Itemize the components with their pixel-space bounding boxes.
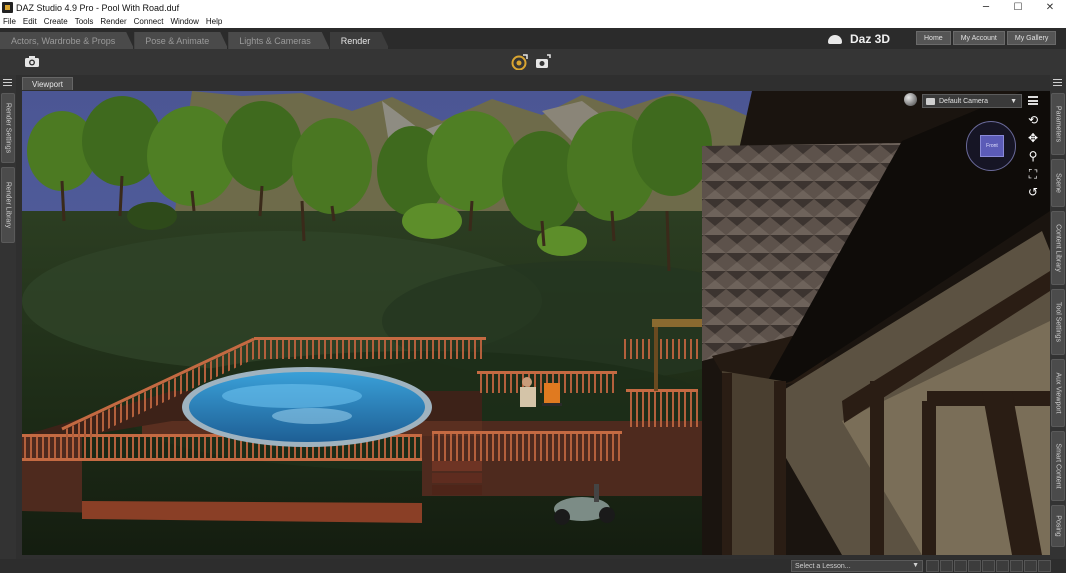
viewport-pane: Viewport Default Camera ▼ Front ⟲ ✥ ⚲ ⛶ … (16, 75, 1050, 559)
tab-tool-settings[interactable]: Tool Settings (1051, 289, 1065, 355)
menu-help[interactable]: Help (206, 17, 222, 26)
3d-scene[interactable] (22, 91, 1050, 555)
minimize-button[interactable]: ─ (970, 0, 1002, 15)
tab-posing[interactable]: Posing (1051, 505, 1065, 547)
daz-logo-icon (828, 33, 846, 45)
draw-style-icon[interactable] (904, 93, 917, 106)
menu-connect[interactable]: Connect (134, 17, 164, 26)
menu-bar: File Edit Create Tools Render Connect Wi… (0, 15, 1066, 28)
tab-aux-viewport[interactable]: Aux Viewport (1051, 359, 1065, 427)
menu-file[interactable]: File (3, 17, 16, 26)
pan-icon[interactable]: ✥ (1026, 131, 1040, 145)
tab-render-settings[interactable]: Render Settings (1, 93, 15, 163)
lesson-select-label: Select a Lesson... (795, 562, 851, 570)
camera-select-icon (926, 98, 935, 105)
render-camera-icon[interactable] (535, 54, 553, 69)
chevron-down-icon: ▼ (912, 562, 919, 569)
zoom-icon[interactable]: ⚲ (1026, 149, 1040, 163)
maximize-button[interactable]: ☐ (1002, 0, 1034, 15)
lesson-help-button[interactable] (1038, 560, 1051, 572)
menu-edit[interactable]: Edit (23, 17, 37, 26)
lesson-next-button[interactable] (968, 560, 981, 572)
frame-icon[interactable]: ⛶ (1026, 167, 1040, 181)
tab-scene-label: Scene (1054, 173, 1062, 193)
tab-lights-cameras[interactable]: Lights & Cameras (228, 32, 330, 49)
menu-create[interactable]: Create (44, 17, 68, 26)
account-nav: Home My Account My Gallery (916, 31, 1058, 45)
view-cube-face[interactable]: Front (980, 135, 1004, 157)
daz-logo[interactable]: Daz 3D (828, 31, 890, 47)
tab-viewport[interactable]: Viewport (22, 77, 73, 90)
home-button[interactable]: Home (916, 31, 951, 45)
tab-actors-wardrobe-props[interactable]: Actors, Wardrobe & Props (0, 32, 134, 49)
tab-render-library[interactable]: Render Library (1, 167, 15, 243)
right-pane-strip: Parameters Scene Content Library Tool Se… (1050, 75, 1066, 559)
render-toolbar (0, 49, 1066, 75)
tab-smart-content[interactable]: Smart Content (1051, 431, 1065, 501)
lesson-nav (926, 560, 1052, 572)
tab-tool-settings-label: Tool Settings (1054, 301, 1062, 343)
lesson-settings-button[interactable] (1024, 560, 1037, 572)
camera-select[interactable]: Default Camera ▼ (922, 94, 1022, 108)
camera-icon[interactable] (24, 55, 40, 68)
orbit-icon[interactable]: ⟲ (1026, 113, 1040, 127)
reset-icon[interactable]: ↺ (1026, 185, 1040, 199)
tab-pose-animate[interactable]: Pose & Animate (134, 32, 228, 49)
daz-studio-window: DAZ Studio 4.9 Pro - Pool With Road.duf … (0, 0, 1066, 573)
title-bar: DAZ Studio 4.9 Pro - Pool With Road.duf … (0, 0, 1066, 15)
window-controls: ─ ☐ ✕ (970, 0, 1066, 15)
tab-parameters[interactable]: Parameters (1051, 93, 1065, 155)
my-account-button[interactable]: My Account (952, 31, 1005, 45)
window-title: DAZ Studio 4.9 Pro - Pool With Road.duf (16, 2, 180, 13)
status-bar: Select a Lesson... ▼ (0, 559, 1066, 573)
tab-render[interactable]: Render (330, 32, 390, 49)
lesson-first-button[interactable] (926, 560, 939, 572)
lesson-select[interactable]: Select a Lesson... ▼ (791, 560, 923, 572)
viewport[interactable]: Default Camera ▼ Front ⟲ ✥ ⚲ ⛶ ↺ (22, 91, 1050, 555)
tab-scene[interactable]: Scene (1051, 159, 1065, 207)
tab-content-library-label: Content Library (1054, 224, 1062, 272)
menu-render[interactable]: Render (100, 17, 126, 26)
menu-window[interactable]: Window (170, 17, 198, 26)
lesson-last-button[interactable] (982, 560, 995, 572)
lesson-menu-button[interactable] (996, 560, 1009, 572)
left-pane-menu-icon[interactable] (3, 79, 12, 86)
lesson-step-button[interactable] (954, 560, 967, 572)
room-tabs: Actors, Wardrobe & Props Pose & Animate … (0, 32, 389, 49)
tab-render-library-label: Render Library (4, 181, 12, 229)
my-gallery-button[interactable]: My Gallery (1006, 31, 1057, 45)
left-pane-strip: Render Settings Render Library (0, 75, 16, 559)
menu-tools[interactable]: Tools (75, 17, 94, 26)
render-icon[interactable] (511, 54, 528, 70)
tab-parameters-label: Parameters (1054, 105, 1062, 143)
lesson-close-button[interactable] (1010, 560, 1023, 572)
tab-aux-viewport-label: Aux Viewport (1054, 372, 1062, 414)
chevron-down-icon: ▼ (1010, 98, 1017, 105)
view-cube[interactable]: Front (966, 121, 1016, 171)
viewport-nav-tools: ⟲ ✥ ⚲ ⛶ ↺ (1026, 113, 1042, 203)
tab-smart-content-label: Smart Content (1054, 443, 1062, 489)
room-tab-bar: Actors, Wardrobe & Props Pose & Animate … (0, 28, 1066, 49)
lesson-prev-button[interactable] (940, 560, 953, 572)
camera-select-label: Default Camera (939, 97, 989, 105)
daz-logo-text: Daz 3D (850, 32, 891, 46)
tab-render-settings-label: Render Settings (4, 102, 12, 154)
app-icon (2, 2, 13, 13)
right-pane-menu-icon[interactable] (1053, 79, 1062, 86)
tab-content-library[interactable]: Content Library (1051, 211, 1065, 285)
tab-posing-label: Posing (1054, 515, 1062, 537)
viewport-menu-icon[interactable] (1028, 96, 1038, 105)
close-button[interactable]: ✕ (1034, 0, 1066, 15)
